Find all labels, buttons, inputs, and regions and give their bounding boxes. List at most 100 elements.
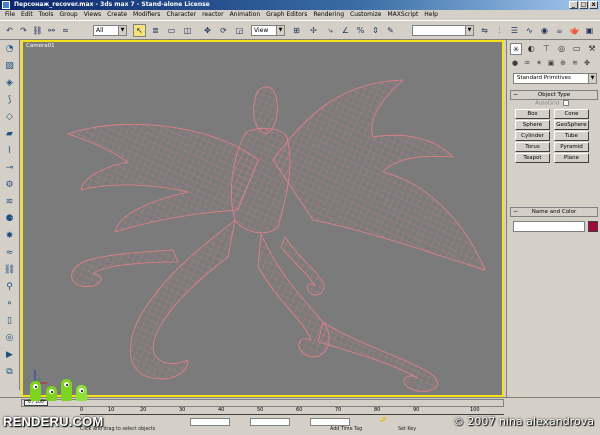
systems-icon[interactable]: ✤ xyxy=(582,58,592,68)
pyramid-button[interactable]: Pyramid xyxy=(554,142,589,152)
plane-button[interactable]: Plane xyxy=(554,153,589,163)
spinner-snap-icon[interactable]: ⇕ xyxy=(369,24,382,37)
create-water-icon[interactable]: ≈ xyxy=(3,247,16,260)
lights-icon[interactable]: ✶ xyxy=(534,58,544,68)
curve-editor-icon[interactable]: ∿ xyxy=(523,24,536,37)
box-button[interactable]: Box xyxy=(515,109,550,119)
menu-customize[interactable]: Customize xyxy=(347,10,385,20)
create-animation-icon[interactable]: ⧉ xyxy=(3,366,16,379)
create-toy-car-icon[interactable]: ⚈ xyxy=(3,213,16,226)
reference-coordinate-dropdown[interactable]: View ▼ xyxy=(251,25,285,36)
bind-space-warp-icon[interactable]: ≈ xyxy=(59,24,72,37)
menu-create[interactable]: Create xyxy=(104,10,130,20)
layer-manager-icon[interactable]: ☰ xyxy=(508,24,521,37)
create-cloth-icon[interactable]: ▧ xyxy=(3,60,16,73)
set-key-button[interactable]: Set Key xyxy=(398,427,416,432)
pivot-center-icon[interactable]: ⊞ xyxy=(290,24,303,37)
select-object-icon[interactable]: ↖ xyxy=(133,24,146,37)
object-name-field[interactable] xyxy=(513,221,585,232)
create-dashpot-icon[interactable]: ⊸ xyxy=(3,162,16,175)
close-button[interactable]: x xyxy=(589,1,598,9)
cone-button[interactable]: Cone xyxy=(554,109,589,119)
menu-group[interactable]: Group xyxy=(56,10,80,20)
geometry-icon[interactable]: ● xyxy=(510,58,520,68)
wireframe-model[interactable] xyxy=(23,42,502,395)
cameras-icon[interactable]: ▣ xyxy=(546,58,556,68)
time-slider-thumb[interactable]: 0 / 100 xyxy=(24,400,48,406)
menu-help[interactable]: Help xyxy=(421,10,441,20)
geosphere-button[interactable]: GeoSphere xyxy=(554,120,589,130)
menu-graph-editors[interactable]: Graph Editors xyxy=(263,10,310,20)
menu-modifiers[interactable]: Modifiers xyxy=(130,10,163,20)
create-soft-body-icon[interactable]: ◈ xyxy=(3,77,16,90)
manipulate-icon[interactable]: ✢ xyxy=(307,24,320,37)
quick-render-icon[interactable]: 🫖 xyxy=(568,24,581,37)
select-and-scale-icon[interactable]: ◲ xyxy=(233,24,246,37)
object-color-swatch[interactable] xyxy=(588,221,598,232)
tube-button[interactable]: Tube xyxy=(554,131,589,141)
create-spring-icon[interactable]: ⌇ xyxy=(3,145,16,158)
render-scene-icon[interactable]: ☕ xyxy=(553,24,566,37)
create-plane-icon[interactable]: ▰ xyxy=(3,128,16,141)
menu-views[interactable]: Views xyxy=(81,10,104,20)
autogrid-checkbox[interactable]: AutoGrid xyxy=(535,100,570,107)
rectangular-selection-icon[interactable]: ▭ xyxy=(165,24,178,37)
motion-tab-icon[interactable]: ◎ xyxy=(556,43,568,55)
window-crossing-icon[interactable]: ◫ xyxy=(181,24,194,37)
create-motor-icon[interactable]: ⚙ xyxy=(3,179,16,192)
menu-rendering[interactable]: Rendering xyxy=(310,10,347,20)
create-deforming-mesh-icon[interactable]: ◇ xyxy=(3,111,16,124)
menu-edit[interactable]: Edit xyxy=(18,10,36,20)
create-point-point-icon[interactable]: ⚬ xyxy=(3,298,16,311)
time-slider[interactable]: 0 / 100 xyxy=(21,399,504,407)
coord-y-field[interactable] xyxy=(250,418,290,426)
create-prismatic-icon[interactable]: ▯ xyxy=(3,315,16,328)
minimize-button[interactable]: _ xyxy=(569,1,578,9)
render-last-icon[interactable]: ▣ xyxy=(583,24,596,37)
select-by-name-icon[interactable]: ≣ xyxy=(149,24,162,37)
coord-x-field[interactable] xyxy=(190,418,230,426)
maximize-button[interactable]: □ xyxy=(579,1,588,9)
torus-button[interactable]: Torus xyxy=(515,142,550,152)
object-type-rollout-header[interactable]: − Object Type xyxy=(510,90,598,100)
create-hinge-icon[interactable]: ⚲ xyxy=(3,281,16,294)
menu-character[interactable]: Character xyxy=(163,10,199,20)
edit-named-selection-icon[interactable]: ✎ xyxy=(384,24,397,37)
app-icon[interactable] xyxy=(2,1,10,9)
shapes-icon[interactable]: ♒ xyxy=(522,58,532,68)
menu-tools[interactable]: Tools xyxy=(36,10,57,20)
create-car-wheel-icon[interactable]: ◎ xyxy=(3,332,16,345)
key-lock-icon[interactable]: 🔑 xyxy=(380,418,386,423)
undo-icon[interactable]: ↶ xyxy=(3,24,16,37)
select-and-move-icon[interactable]: ✥ xyxy=(201,24,214,37)
angle-snap-icon[interactable]: ∠ xyxy=(339,24,352,37)
track-bar[interactable]: 0 10 20 30 40 50 60 70 80 90 100 xyxy=(80,408,504,415)
select-and-rotate-icon[interactable]: ⟳ xyxy=(217,24,230,37)
align-icon[interactable]: ⫶ xyxy=(493,24,506,37)
create-fracture-icon[interactable]: ✸ xyxy=(3,230,16,243)
named-selection-set-dropdown[interactable]: ▼ xyxy=(412,25,474,36)
select-and-link-icon[interactable]: ⛓ xyxy=(31,24,44,37)
coord-z-field[interactable] xyxy=(310,418,350,426)
name-and-color-rollout-header[interactable]: − Name and Color xyxy=(510,207,598,217)
material-editor-icon[interactable]: ◉ xyxy=(538,24,551,37)
teapot-button[interactable]: Teapot xyxy=(515,153,550,163)
display-tab-icon[interactable]: ▭ xyxy=(571,43,583,55)
helpers-icon[interactable]: ⊕ xyxy=(558,58,568,68)
mirror-icon[interactable]: ⇋ xyxy=(478,24,491,37)
create-wind-icon[interactable]: ≋ xyxy=(3,196,16,209)
preview-animation-icon[interactable]: ▶ xyxy=(3,349,16,362)
hierarchy-tab-icon[interactable]: ⊤ xyxy=(540,43,552,55)
percent-snap-icon[interactable]: % xyxy=(354,24,367,37)
utilities-tab-icon[interactable]: ⚒ xyxy=(586,43,598,55)
cylinder-button[interactable]: Cylinder xyxy=(515,131,550,141)
add-time-tag[interactable]: Add Time Tag xyxy=(330,427,362,432)
primitive-type-dropdown[interactable]: Standard Primitives ▼ xyxy=(513,73,597,84)
space-warps-icon[interactable]: ≋ xyxy=(570,58,580,68)
redo-icon[interactable]: ↷ xyxy=(17,24,30,37)
create-rigid-body-icon[interactable]: ◔ xyxy=(3,43,16,56)
create-rope-icon[interactable]: ⟆ xyxy=(3,94,16,107)
menu-maxscript[interactable]: MAXScript xyxy=(385,10,422,20)
menu-animation[interactable]: Animation xyxy=(227,10,264,20)
unlink-icon[interactable]: ⚯ xyxy=(45,24,58,37)
